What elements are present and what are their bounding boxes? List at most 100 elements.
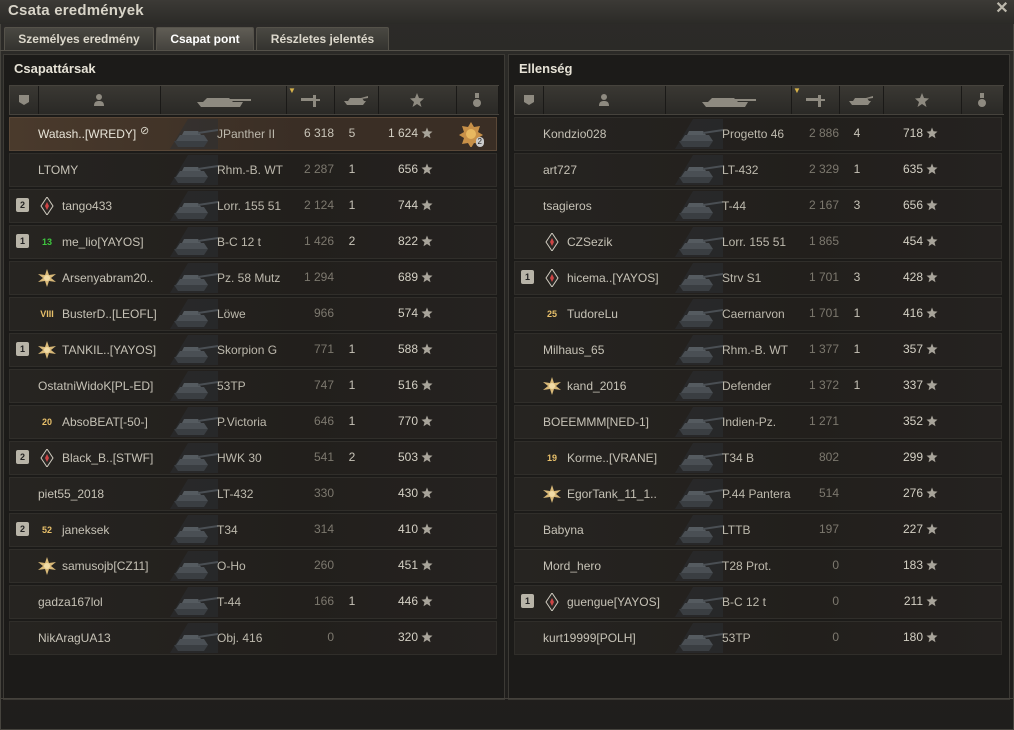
player-row[interactable]: EgorTank_11_1.. P.44 Pantera 514 276 (514, 477, 1002, 511)
player-name[interactable]: Kondzio028 (543, 126, 606, 142)
xp-star-icon (421, 523, 433, 535)
player-name[interactable]: art727 (543, 162, 577, 178)
damage-value: 314 (313, 522, 334, 536)
player-row[interactable]: Milhaus_65 Rhm.-B. WT 1 377 1 357 (514, 333, 1002, 367)
player-row[interactable]: 1 13 me_lio[YAYOS] B-C 12 t 1 426 2 822 (9, 225, 497, 259)
sort-medal-header[interactable] (456, 86, 499, 114)
player-row[interactable]: 1 guengue[YAYOS] B-C 12 t 0 211 (514, 585, 1002, 619)
xp-star-icon (926, 415, 938, 427)
player-row[interactable]: OstatniWidoK[PL-ED] 53TP 747 1 516 (9, 369, 497, 403)
player-name[interactable]: guengue[YAYOS] (567, 594, 660, 610)
sort-kills-header[interactable] (334, 86, 379, 114)
medal-icon[interactable]: 2 (458, 121, 484, 148)
tank-image-icon (168, 371, 220, 401)
tank-image-icon (673, 263, 725, 293)
player-row[interactable]: 1 hicema..[YAYOS] Strv S1 1 701 3 428 (514, 261, 1002, 295)
player-name[interactable]: TANKIL..[YAYOS] (62, 342, 156, 358)
platoon-badge: 1 (521, 594, 534, 608)
sort-vehicle-header[interactable] (665, 86, 792, 114)
player-name[interactable]: NikAragUA13 (38, 630, 111, 646)
kills-value: 1 (853, 378, 861, 392)
damage-value: 747 (313, 378, 334, 392)
player-row[interactable]: 20 AbsoBEAT[-50-] P.Victoria 646 1 770 (9, 405, 497, 439)
player-row[interactable]: 25 TudoreLu Caernarvon 1 701 1 416 (514, 297, 1002, 331)
tab-team-score[interactable]: Csapat pont (156, 27, 254, 50)
player-row-self[interactable]: Watash..[WREDY] ⊘ JPanther II 6 318 5 1 624 2 (9, 117, 497, 151)
sort-xp-header[interactable] (883, 86, 962, 114)
player-name[interactable]: samusojb[CZ11] (62, 558, 148, 574)
player-row[interactable]: VIII BusterD..[LEOFL] Löwe 966 574 (9, 297, 497, 331)
xp-value: 227 (902, 522, 923, 536)
player-row[interactable]: kurt19999[POLH] 53TP 0 180 (514, 621, 1002, 655)
player-name[interactable]: TudoreLu (567, 306, 618, 322)
player-name[interactable]: tsagieros (543, 198, 592, 214)
player-name[interactable]: Mord_hero (543, 558, 601, 574)
player-row[interactable]: BOEEMMM[NED-1] Indien-Pz. 1 271 352 (514, 405, 1002, 439)
player-row[interactable]: Babyna LTTB 197 227 (514, 513, 1002, 547)
sort-platoon-header[interactable] (10, 86, 39, 114)
player-name[interactable]: LTOMY (38, 162, 78, 178)
player-row[interactable]: samusojb[CZ11] O-Ho 260 451 (9, 549, 497, 583)
sort-kills-header[interactable] (839, 86, 884, 114)
player-row[interactable]: 2 tango433 Lorr. 155 51 2 124 1 744 (9, 189, 497, 223)
player-name[interactable]: me_lio[YAYOS] (62, 234, 144, 250)
player-name[interactable]: gadza167lol (38, 594, 103, 610)
sort-player-header[interactable] (38, 86, 161, 114)
sort-medal-header[interactable] (961, 86, 1004, 114)
tab-detailed-report[interactable]: Részletes jelentés (256, 27, 389, 50)
damage-value: 6 318 (303, 126, 334, 140)
player-name[interactable]: Arsenyabram20.. (62, 270, 153, 286)
player-name[interactable]: kand_2016 (567, 378, 626, 394)
rank-badge-icon (38, 557, 56, 575)
sort-player-header[interactable] (543, 86, 666, 114)
sort-arrow-icon: ▼ (793, 86, 801, 95)
sort-platoon-header[interactable] (515, 86, 544, 114)
player-row[interactable]: tsagieros T-44 2 167 3 656 (514, 189, 1002, 223)
player-name[interactable]: piet55_2018 (38, 486, 104, 502)
sort-vehicle-header[interactable] (160, 86, 287, 114)
sort-damage-header[interactable]: ▼ (791, 86, 840, 114)
xp-value: 430 (397, 486, 418, 500)
player-row[interactable]: 2 Black_B..[STWF] HWK 30 541 2 503 (9, 441, 497, 475)
player-row[interactable]: 1 TANKIL..[YAYOS] Skorpion G 771 1 588 (9, 333, 497, 367)
player-name[interactable]: tango433 (62, 198, 112, 214)
player-name[interactable]: BusterD..[LEOFL] (62, 306, 157, 322)
player-name[interactable]: Korme..[VRANE] (567, 450, 657, 466)
player-name[interactable]: EgorTank_11_1.. (567, 486, 657, 502)
player-row[interactable]: kand_2016 Defender 1 372 1 337 (514, 369, 1002, 403)
xp-star-icon (926, 595, 938, 607)
player-name[interactable]: CZSezik (567, 234, 612, 250)
player-row[interactable]: art727 LT-432 2 329 1 635 (514, 153, 1002, 187)
damage-value: 197 (818, 522, 839, 536)
damage-value: 2 287 (303, 162, 334, 176)
kills-value: 4 (853, 126, 861, 140)
player-row[interactable]: Arsenyabram20.. Pz. 58 Mutz 1 294 689 (9, 261, 497, 295)
player-row[interactable]: 2 52 janeksek T34 314 410 (9, 513, 497, 547)
xp-value: 352 (902, 414, 923, 428)
tab-personal-results[interactable]: Személyes eredmény (4, 27, 154, 50)
player-row[interactable]: piet55_2018 LT-432 330 430 (9, 477, 497, 511)
xp-star-icon (421, 415, 433, 427)
player-name[interactable]: OstatniWidoK[PL-ED] (38, 378, 153, 394)
close-icon[interactable]: ✕ (994, 1, 1010, 17)
player-name[interactable]: Milhaus_65 (543, 342, 604, 358)
sort-xp-header[interactable] (378, 86, 457, 114)
player-row[interactable]: gadza167lol T-44 166 1 446 (9, 585, 497, 619)
player-name[interactable]: Babyna (543, 522, 584, 538)
player-row[interactable]: 19 Korme..[VRANE] T34 B 802 299 (514, 441, 1002, 475)
player-name[interactable]: hicema..[YAYOS] (567, 270, 659, 286)
player-row[interactable]: Kondzio028 Progetto 46 2 886 4 718 (514, 117, 1002, 151)
player-row[interactable]: Mord_hero T28 Prot. 0 183 (514, 549, 1002, 583)
sort-damage-header[interactable]: ▼ (286, 86, 335, 114)
player-name[interactable]: BOEEMMM[NED-1] (543, 414, 649, 430)
player-row[interactable]: CZSezik Lorr. 155 51 1 865 454 (514, 225, 1002, 259)
player-row[interactable]: LTOMY Rhm.-B. WT 2 287 1 656 (9, 153, 497, 187)
player-name[interactable]: Watash..[WREDY] (38, 126, 136, 142)
tank-image-icon (673, 227, 725, 257)
player-name[interactable]: janeksek (62, 522, 109, 538)
player-name[interactable]: AbsoBEAT[-50-] (62, 414, 148, 430)
player-name[interactable]: kurt19999[POLH] (543, 630, 636, 646)
player-row[interactable]: NikAragUA13 Obj. 416 0 320 (9, 621, 497, 655)
player-name[interactable]: Black_B..[STWF] (62, 450, 153, 466)
tank-image-icon (673, 407, 725, 437)
